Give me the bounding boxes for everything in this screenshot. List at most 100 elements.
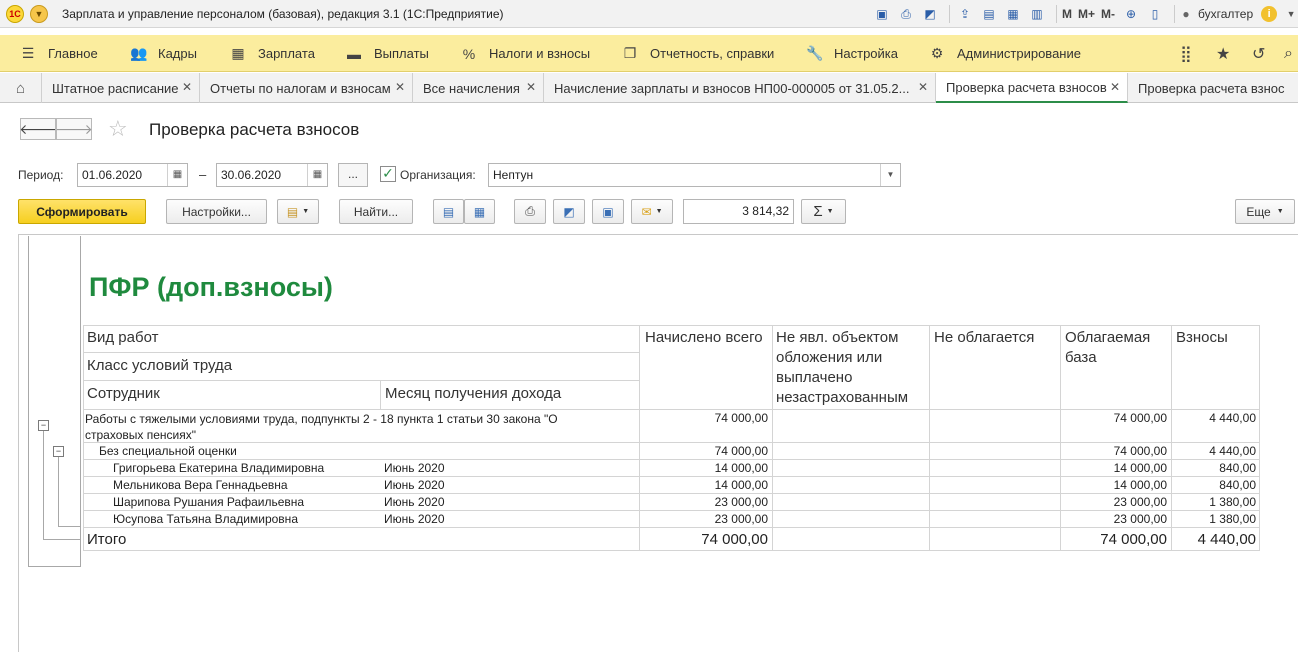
table-row-base[interactable]: 23 000,00 xyxy=(1061,495,1167,509)
search-icon[interactable]: ⌕ xyxy=(1284,35,1293,72)
generate-button[interactable]: Сформировать xyxy=(18,199,146,224)
main-menu-icon[interactable]: ▼ xyxy=(30,5,48,23)
preview-icon[interactable]: ◩ xyxy=(920,4,940,24)
group-accrued[interactable]: 74 000,00 xyxy=(640,411,768,425)
total-label[interactable]: Итого xyxy=(87,531,126,548)
section-admin[interactable]: ⚙ Администрирование xyxy=(929,35,1081,72)
close-icon[interactable]: ✕ xyxy=(918,80,928,94)
date-to-field[interactable]: 30.06.2020 ▦ xyxy=(216,163,328,187)
table-row-employee[interactable]: Юсупова Татьяна Владимировна xyxy=(113,512,298,526)
calendar-icon[interactable]: ▥ xyxy=(1027,4,1047,24)
tab-staffing[interactable]: Штатное расписание ✕ xyxy=(42,73,200,103)
table-row-month[interactable]: Июнь 2020 xyxy=(384,512,445,526)
table-icon[interactable]: ▦ xyxy=(1003,4,1023,24)
section-reports[interactable]: ❐ Отчетность, справки xyxy=(622,35,775,72)
subgroup-accrued[interactable]: 74 000,00 xyxy=(640,444,768,458)
close-icon[interactable]: ✕ xyxy=(1110,80,1120,94)
collapse-subgroup-icon[interactable]: − xyxy=(53,446,64,457)
memory-plus-button[interactable]: M+ xyxy=(1078,7,1095,21)
collapse-group-icon[interactable]: − xyxy=(38,420,49,431)
user-name[interactable]: бухгалтер xyxy=(1198,7,1253,21)
favorites-star-icon[interactable]: ★ xyxy=(1216,35,1230,72)
collapse-all-button[interactable]: ▤ xyxy=(433,199,464,224)
total-accrued[interactable]: 74 000,00 xyxy=(640,531,768,548)
chevron-down-icon[interactable]: ▼ xyxy=(880,164,900,186)
forward-button[interactable]: 🡒 xyxy=(55,118,93,140)
organization-field[interactable]: Нептун ▼ xyxy=(488,163,901,187)
table-row-employee[interactable]: Мельникова Вера Геннадьевна xyxy=(113,478,288,492)
expand-all-button[interactable]: ▦ xyxy=(464,199,495,224)
organization-checkbox[interactable]: ✓ xyxy=(380,166,396,182)
tab-label: Проверка расчета взносов xyxy=(946,79,1107,95)
info-icon[interactable]: i xyxy=(1261,6,1278,22)
section-salary[interactable]: ▦ Зарплата xyxy=(230,35,315,72)
gutter-line xyxy=(28,566,80,567)
send-email-button[interactable]: ✉ ▼ xyxy=(631,199,673,224)
table-row-accrued[interactable]: 23 000,00 xyxy=(640,495,768,509)
table-row-contrib[interactable]: 1 380,00 xyxy=(1172,495,1256,509)
group-base[interactable]: 74 000,00 xyxy=(1061,411,1167,425)
date-from-field[interactable]: 01.06.2020 ▦ xyxy=(77,163,188,187)
memory-minus-button[interactable]: M- xyxy=(1101,7,1115,21)
subgroup-row-label[interactable]: Без специальной оценки xyxy=(99,444,237,458)
apps-grid-icon[interactable]: ⣿ xyxy=(1180,35,1192,72)
subgroup-contrib[interactable]: 4 440,00 xyxy=(1172,444,1256,458)
panels-icon[interactable]: ▯ xyxy=(1145,4,1165,24)
attach-icon[interactable]: ▤ xyxy=(979,4,999,24)
select-period-button[interactable]: ... xyxy=(338,163,368,187)
group-row-label[interactable]: Работы с тяжелыми условиями труда, подпу… xyxy=(85,411,615,443)
save-icon[interactable]: ▣ xyxy=(872,4,892,24)
calendar-icon[interactable]: ▦ xyxy=(167,164,187,186)
close-icon[interactable]: ✕ xyxy=(182,80,192,94)
table-row-contrib[interactable]: 840,00 xyxy=(1172,461,1256,475)
table-row-accrued[interactable]: 23 000,00 xyxy=(640,512,768,526)
more-button[interactable]: Еще ▼ xyxy=(1235,199,1295,224)
find-button[interactable]: Найти... xyxy=(339,199,413,224)
variants-button[interactable]: ▤ ▼ xyxy=(277,199,319,224)
memory-button[interactable]: M xyxy=(1062,7,1072,21)
save-button[interactable]: ▣ xyxy=(592,199,624,224)
favorite-star-icon[interactable]: ☆ xyxy=(108,116,128,142)
sum-mode-button[interactable]: Σ ▼ xyxy=(801,199,846,224)
print-button[interactable]: ⎙ xyxy=(514,199,546,224)
subgroup-base[interactable]: 74 000,00 xyxy=(1061,444,1167,458)
print-icon[interactable]: ⎙ xyxy=(896,4,916,24)
back-button[interactable]: 🡐 xyxy=(19,118,57,140)
table-row-month[interactable]: Июнь 2020 xyxy=(384,478,445,492)
home-icon[interactable]: ⌂ xyxy=(0,73,42,103)
table-row-base[interactable]: 14 000,00 xyxy=(1061,478,1167,492)
history-icon[interactable]: ↺ xyxy=(1252,35,1265,72)
calendar-icon[interactable]: ▦ xyxy=(307,164,327,186)
tab-contrib-check[interactable]: Проверка расчета взносов ✕ xyxy=(936,73,1128,103)
table-row-month[interactable]: Июнь 2020 xyxy=(384,461,445,475)
tab-salary-accrual-doc[interactable]: Начисление зарплаты и взносов НП00-00000… xyxy=(544,73,936,103)
preview-button[interactable]: ◩ xyxy=(553,199,585,224)
settings-button[interactable]: Настройки... xyxy=(166,199,267,224)
section-main[interactable]: ☰ Главное xyxy=(20,35,98,72)
table-row-employee[interactable]: Григорьева Екатерина Владимировна xyxy=(113,461,324,475)
tab-all-accruals[interactable]: Все начисления ✕ xyxy=(413,73,544,103)
table-row-contrib[interactable]: 1 380,00 xyxy=(1172,512,1256,526)
tab-contrib-check-2[interactable]: Проверка расчета взнос xyxy=(1128,73,1298,103)
table-row-accrued[interactable]: 14 000,00 xyxy=(640,478,768,492)
section-hr[interactable]: 👥 Кадры xyxy=(130,35,197,72)
table-row-contrib[interactable]: 840,00 xyxy=(1172,478,1256,492)
total-base[interactable]: 74 000,00 xyxy=(1061,531,1167,548)
total-contrib[interactable]: 4 440,00 xyxy=(1172,531,1256,548)
section-taxes[interactable]: % Налоги и взносы xyxy=(461,35,590,72)
section-payments[interactable]: ▬ Выплаты xyxy=(346,35,429,72)
zoom-icon[interactable]: ⊕ xyxy=(1121,4,1141,24)
table-row-base[interactable]: 23 000,00 xyxy=(1061,512,1167,526)
table-row-base[interactable]: 14 000,00 xyxy=(1061,461,1167,475)
table-row-accrued[interactable]: 14 000,00 xyxy=(640,461,768,475)
tab-tax-reports[interactable]: Отчеты по налогам и взносам ✕ xyxy=(200,73,413,103)
upload-icon[interactable]: ⇪ xyxy=(955,4,975,24)
group-contrib[interactable]: 4 440,00 xyxy=(1172,411,1256,425)
close-icon[interactable]: ✕ xyxy=(526,80,536,94)
selected-sum-field[interactable]: 3 814,32 xyxy=(683,199,794,224)
close-icon[interactable]: ✕ xyxy=(395,80,405,94)
section-settings[interactable]: 🔧 Настройка xyxy=(806,35,898,72)
chevron-down-icon[interactable]: ▼ xyxy=(1281,4,1298,24)
table-row-employee[interactable]: Шарипова Рушания Рафаильевна xyxy=(113,495,304,509)
table-row-month[interactable]: Июнь 2020 xyxy=(384,495,445,509)
